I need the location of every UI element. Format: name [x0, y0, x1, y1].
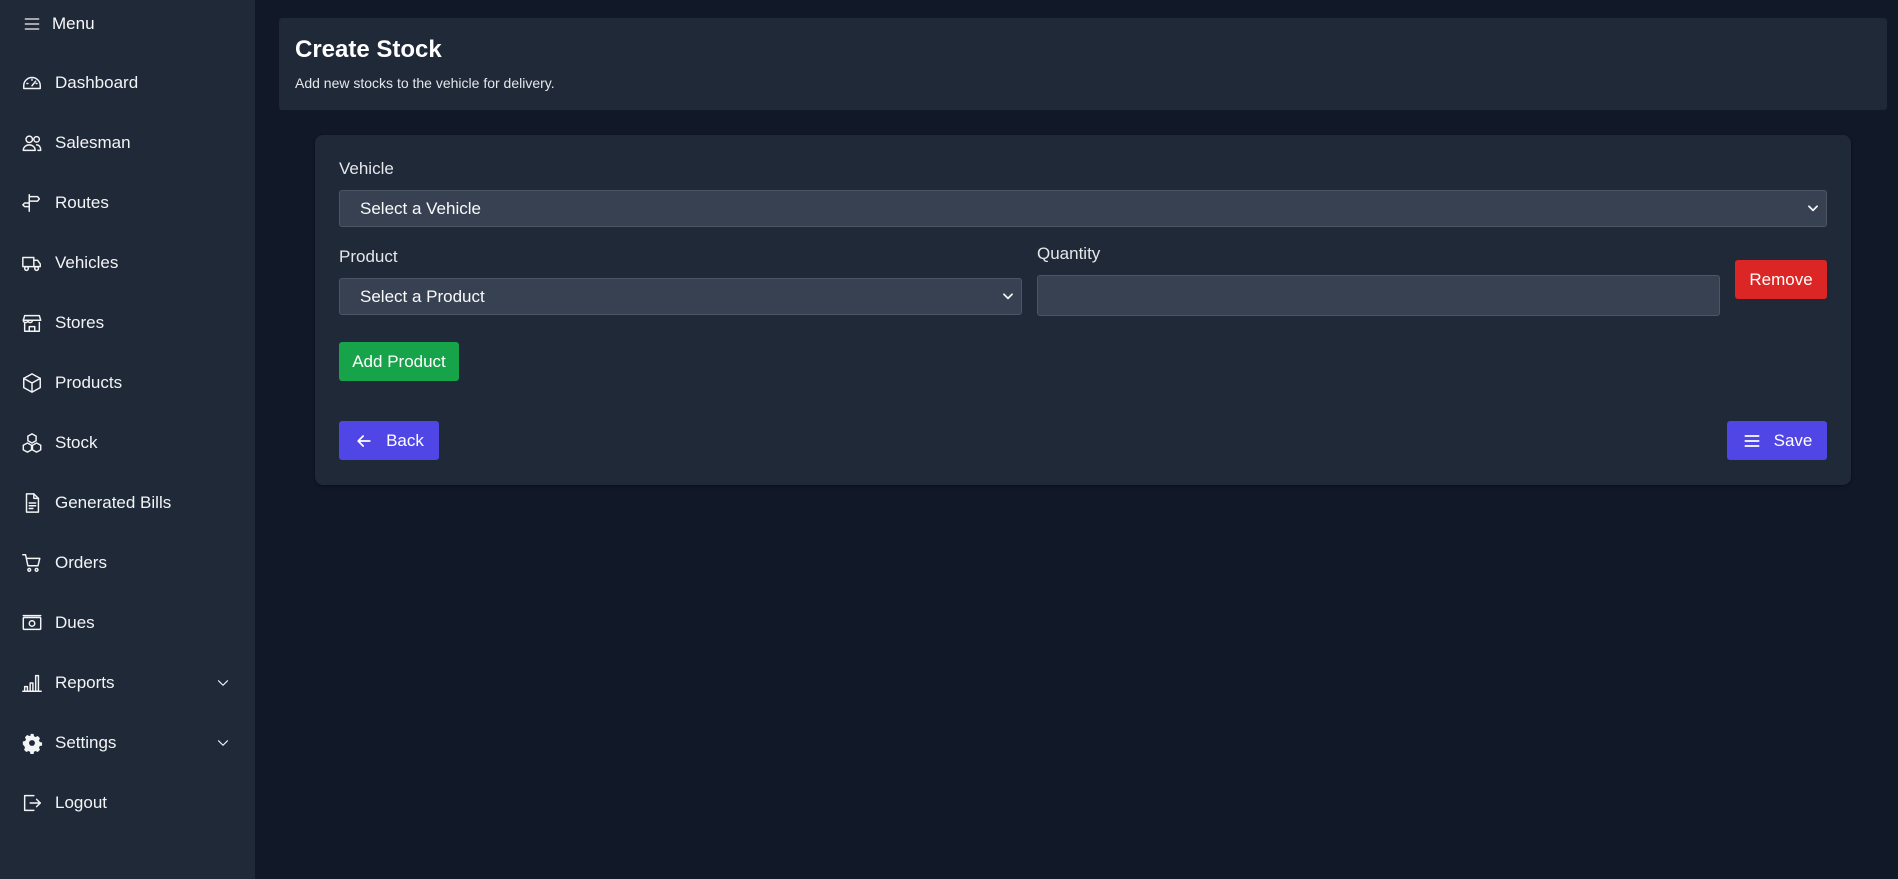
document-icon: [20, 491, 44, 515]
sidebar-item-stock[interactable]: Stock: [20, 428, 235, 458]
add-product-button[interactable]: Add Product: [339, 342, 459, 381]
sidebar-item-products[interactable]: Products: [20, 368, 235, 398]
sidebar-item-dashboard[interactable]: Dashboard: [20, 68, 235, 98]
quantity-label: Quantity: [1037, 244, 1101, 263]
sidebar-item-routes[interactable]: Routes: [20, 188, 235, 218]
cart-icon: [20, 551, 44, 575]
sidebar-item-vehicles[interactable]: Vehicles: [20, 248, 235, 278]
sidebar-item-settings[interactable]: Settings: [20, 728, 235, 758]
page-header: Create Stock Add new stocks to the vehic…: [279, 18, 1887, 110]
sidebar-item-label: Dashboard: [55, 73, 139, 92]
banknote-icon: [20, 611, 44, 635]
sidebar-item-label: Logout: [55, 793, 107, 812]
menu-toggle[interactable]: Menu: [22, 12, 95, 36]
stacked-cubes-icon: [20, 431, 44, 455]
chevron-down-icon[interactable]: [211, 671, 235, 695]
add-product-button-label: Add Product: [352, 351, 446, 371]
hamburger-icon: [22, 14, 42, 34]
sidebar-item-label: Vehicles: [55, 253, 119, 272]
create-stock-form: Vehicle Select a Vehicle Product Select …: [315, 135, 1851, 485]
sidebar-item-label: Generated Bills: [55, 493, 172, 512]
sidebar-item-orders[interactable]: Orders: [20, 548, 235, 578]
gear-icon: [20, 731, 44, 755]
sidebar-item-label: Orders: [55, 553, 107, 572]
sidebar: Menu Dashboard Salesman Routes Vehicles …: [0, 0, 255, 879]
sidebar-item-logout[interactable]: Logout: [20, 788, 235, 818]
sidebar-item-label: Settings: [55, 733, 117, 752]
truck-icon: [20, 251, 44, 275]
back-button[interactable]: Back: [339, 421, 439, 460]
sidebar-item-label: Products: [55, 373, 123, 392]
arrow-left-icon: [357, 434, 371, 447]
quantity-input[interactable]: [1037, 275, 1720, 316]
users-icon: [20, 131, 44, 155]
product-select[interactable]: Select a Product: [339, 278, 1022, 315]
sidebar-item-label: Dues: [55, 613, 95, 632]
remove-button-label: Remove: [1749, 269, 1813, 289]
save-button[interactable]: Save: [1727, 421, 1827, 460]
logout-icon: [20, 791, 44, 815]
storefront-icon: [20, 311, 44, 335]
save-lines-icon: [1744, 434, 1760, 447]
chevron-down-icon: [1808, 205, 1818, 212]
save-button-label: Save: [1773, 430, 1813, 450]
remove-button[interactable]: Remove: [1735, 260, 1827, 299]
page-subtitle: Add new stocks to the vehicle for delive…: [295, 75, 555, 91]
menu-label: Menu: [52, 14, 95, 33]
dashboard-gauge-icon: [20, 71, 44, 95]
chevron-down-icon: [1003, 293, 1013, 300]
page-title: Create Stock: [295, 36, 442, 63]
sidebar-item-stores[interactable]: Stores: [20, 308, 235, 338]
vehicle-label: Vehicle: [339, 159, 394, 178]
vehicle-select[interactable]: Select a Vehicle: [339, 190, 1827, 227]
back-button-label: Back: [386, 430, 424, 450]
signpost-icon: [20, 191, 44, 215]
sidebar-item-dues[interactable]: Dues: [20, 608, 235, 638]
sidebar-item-label: Salesman: [55, 133, 131, 152]
sidebar-item-label: Reports: [55, 673, 115, 692]
sidebar-item-label: Routes: [55, 193, 109, 212]
bar-chart-icon: [20, 671, 44, 695]
sidebar-item-reports[interactable]: Reports: [20, 668, 235, 698]
sidebar-item-generated-bills[interactable]: Generated Bills: [20, 488, 235, 518]
vehicle-select-value: Select a Vehicle: [360, 198, 481, 218]
sidebar-item-label: Stores: [55, 313, 105, 332]
sidebar-item-label: Stock: [55, 433, 98, 452]
sidebar-item-salesman[interactable]: Salesman: [20, 128, 235, 158]
chevron-down-icon[interactable]: [211, 731, 235, 755]
product-select-value: Select a Product: [360, 286, 485, 306]
product-label: Product: [339, 247, 398, 266]
cube-icon: [20, 371, 44, 395]
